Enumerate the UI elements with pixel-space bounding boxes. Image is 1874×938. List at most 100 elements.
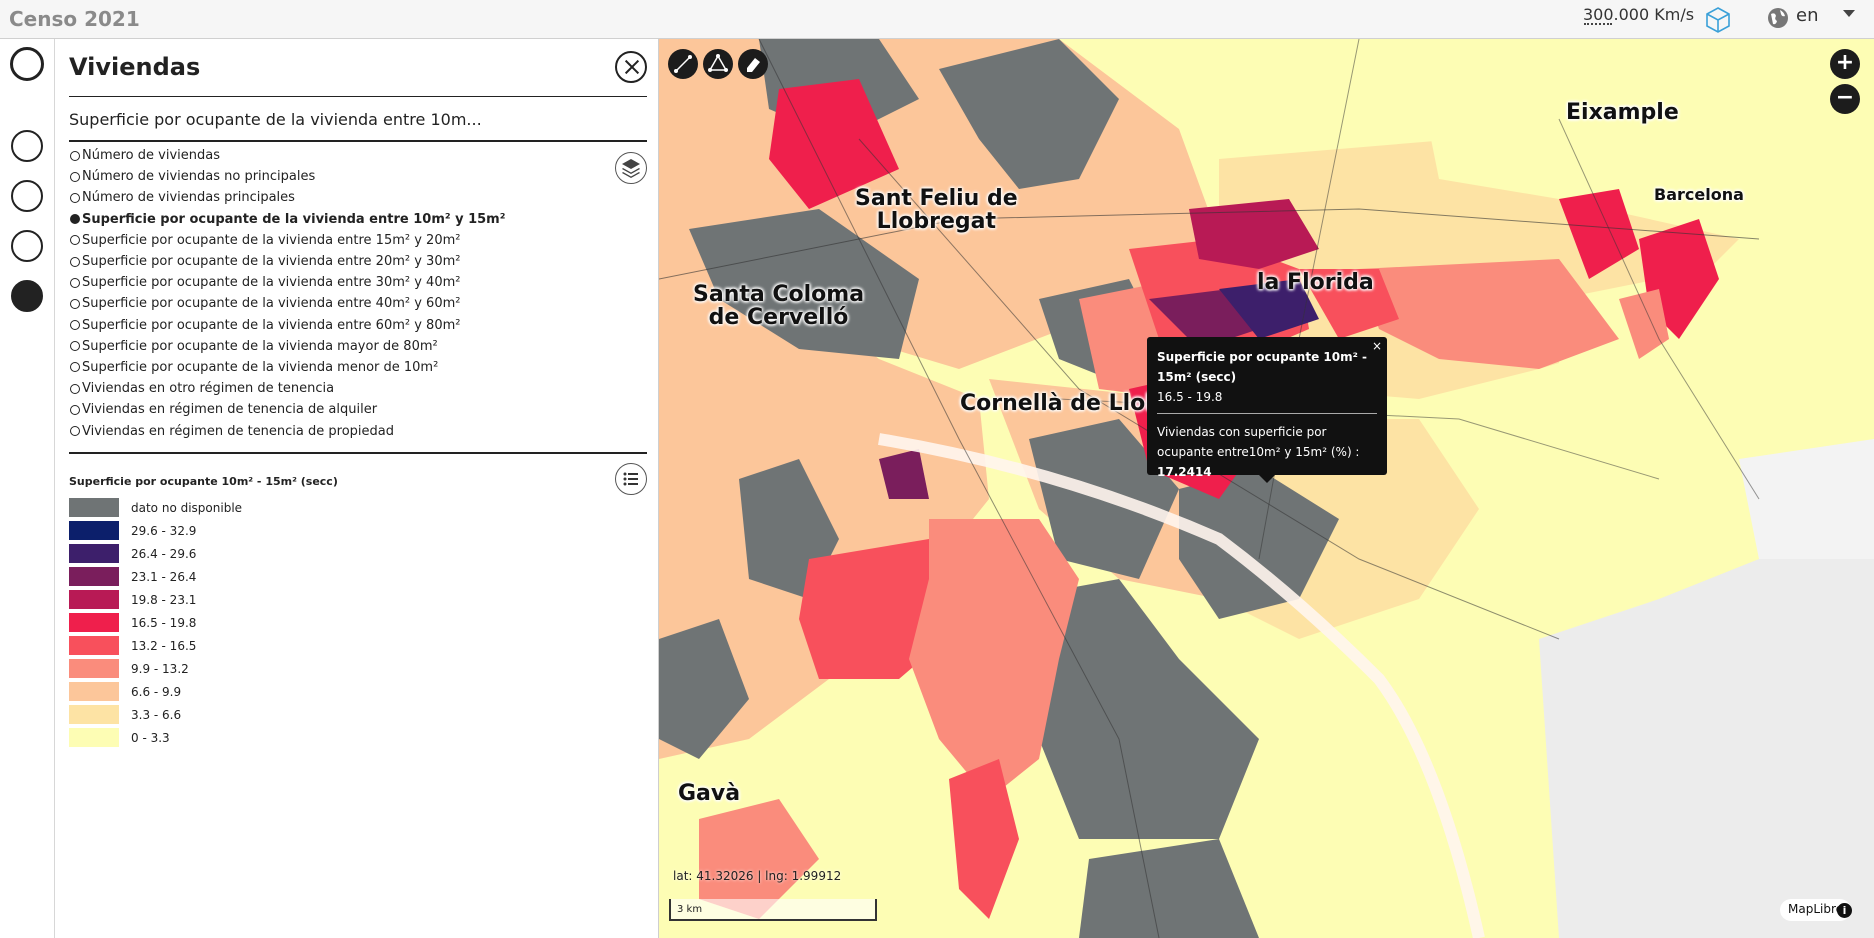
radio-icon[interactable] — [70, 171, 80, 182]
legend-label: 9.9 - 13.2 — [131, 661, 189, 676]
variable-option[interactable]: Número de viviendas principales — [70, 187, 590, 208]
radio-icon[interactable] — [70, 298, 80, 309]
legend-label: 13.2 - 16.5 — [131, 638, 197, 653]
legend-row: 3.3 - 6.6 — [69, 703, 242, 726]
variable-option[interactable]: Superficie por ocupante de la vivienda m… — [70, 336, 590, 357]
chevron-down-icon[interactable] — [1843, 10, 1855, 17]
legend-button[interactable] — [615, 463, 647, 495]
radio-icon[interactable] — [70, 256, 80, 267]
rail-section-1[interactable] — [11, 130, 43, 162]
variable-option-label: Viviendas en régimen de tenencia de alqu… — [82, 402, 378, 418]
variable-option-label: Número de viviendas principales — [82, 190, 295, 206]
legend-swatch — [69, 659, 119, 678]
radio-icon[interactable] — [70, 404, 80, 415]
variable-option-label: Viviendas en otro régimen de tenencia — [82, 381, 335, 397]
legend-swatch — [69, 544, 119, 563]
radio-icon[interactable] — [70, 426, 80, 437]
map[interactable]: + − Eixample Barcelona Sant Feliu de Llob… — [659, 39, 1874, 938]
radio-icon[interactable] — [70, 341, 80, 352]
zoom-out-button[interactable]: − — [1830, 84, 1860, 114]
close-icon[interactable]: × — [1372, 339, 1382, 353]
radio-icon[interactable] — [70, 235, 80, 246]
legend-swatch — [69, 705, 119, 724]
legend-swatch — [69, 728, 119, 747]
radio-icon[interactable] — [70, 383, 80, 394]
variable-option[interactable]: Viviendas en régimen de tenencia de prop… — [70, 420, 590, 441]
zoom-in-button[interactable]: + — [1830, 49, 1860, 79]
scale-bar: 3 km — [669, 899, 877, 921]
cursor-coordinates: lat: 41.32026 | lng: 1.99912 — [673, 869, 842, 883]
side-panel: Viviendas Superficie por ocupante de la … — [56, 39, 659, 938]
legend-label: 26.4 - 29.6 — [131, 546, 197, 561]
place-label-la-florida: la Florida — [1257, 270, 1374, 295]
globe-icon — [1768, 8, 1788, 28]
place-label-gava: Gavà — [678, 781, 741, 806]
variable-list: Número de viviendas Número de viviendas n… — [70, 145, 590, 442]
place-label-sant-feliu: Sant Feliu de Llobregat — [855, 186, 1018, 235]
info-icon[interactable]: i — [1837, 903, 1852, 918]
variable-option[interactable]: Superficie por ocupante de la vivienda e… — [70, 293, 590, 314]
panel-title: Viviendas — [69, 53, 201, 81]
legend-row: 16.5 - 19.8 — [69, 611, 242, 634]
radio-icon[interactable] — [70, 150, 80, 161]
legend-row: 23.1 - 26.4 — [69, 565, 242, 588]
feature-popup: × Superficie por ocupante 10m² - 15m² (s… — [1147, 337, 1387, 483]
app-title[interactable]: Censo 2021 — [9, 7, 140, 31]
layers-icon — [622, 159, 640, 178]
legend-label: dato no disponible — [131, 500, 243, 515]
close-button[interactable] — [615, 51, 647, 83]
radio-icon[interactable] — [70, 362, 80, 373]
rail-section-3[interactable] — [11, 230, 43, 262]
eraser-icon[interactable] — [738, 49, 768, 79]
radio-icon[interactable] — [70, 277, 80, 288]
divider — [69, 140, 647, 142]
radio-icon[interactable] — [70, 192, 80, 203]
legend-label: 16.5 - 19.8 — [131, 615, 197, 630]
variable-option[interactable]: Número de viviendas no principales — [70, 166, 590, 187]
variable-option[interactable]: Superficie por ocupante de la vivienda e… — [70, 209, 590, 230]
variable-option-label: Superficie por ocupante de la vivienda e… — [82, 232, 461, 248]
top-bar: Censo 2021 300.000 Km/s en — [0, 0, 1874, 39]
variable-option[interactable]: Superficie por ocupante de la vivienda e… — [70, 315, 590, 336]
variable-option[interactable]: Superficie por ocupante de la vivienda e… — [70, 230, 590, 251]
variable-option[interactable]: Número de viviendas — [70, 145, 590, 166]
variable-option[interactable]: Viviendas en otro régimen de tenencia — [70, 378, 590, 399]
choropleth-layer — [659, 39, 1874, 938]
language-select[interactable]: en — [1796, 5, 1818, 26]
popup-range: 16.5 - 19.8 — [1157, 390, 1223, 404]
variable-option[interactable]: Viviendas en régimen de tenencia de alqu… — [70, 399, 590, 420]
legend-swatch — [69, 590, 119, 609]
place-label-barcelona: Barcelona — [1654, 185, 1744, 204]
variable-option-label: Superficie por ocupante de la vivienda e… — [82, 275, 461, 291]
list-icon — [623, 472, 638, 486]
selected-variable[interactable]: Superficie por ocupante de la vivienda e… — [69, 110, 482, 129]
variable-option-label: Superficie por ocupante de la vivienda e… — [82, 254, 461, 270]
legend-title: Superficie por ocupante 10m² - 15m² (sec… — [69, 475, 338, 488]
popup-title: Superficie por ocupante 10m² - 15m² (sec… — [1157, 350, 1367, 384]
layers-button[interactable] — [615, 152, 647, 184]
line-measure-icon[interactable] — [668, 49, 698, 79]
variable-option[interactable]: Superficie por ocupante de la vivienda m… — [70, 357, 590, 378]
variable-option-label: Viviendas en régimen de tenencia de prop… — [82, 423, 394, 439]
rail-main-toggle[interactable] — [10, 47, 44, 81]
polygon-measure-icon[interactable] — [703, 49, 733, 79]
variable-option-label: Superficie por ocupante de la vivienda e… — [82, 317, 461, 333]
variable-option[interactable]: Superficie por ocupante de la vivienda e… — [70, 272, 590, 293]
place-label-eixample: Eixample — [1566, 100, 1679, 125]
rail-section-active[interactable] — [11, 280, 43, 312]
cube-icon[interactable] — [1704, 6, 1732, 34]
legend-swatch — [69, 567, 119, 586]
legend-row: 26.4 - 29.6 — [69, 542, 242, 565]
legend-label: 23.1 - 26.4 — [131, 569, 197, 584]
legend-row: 13.2 - 16.5 — [69, 634, 242, 657]
radio-icon[interactable] — [70, 214, 80, 225]
radio-icon[interactable] — [70, 320, 80, 331]
variable-option[interactable]: Superficie por ocupante de la vivienda e… — [70, 251, 590, 272]
legend-swatch — [69, 521, 119, 540]
legend-row: 9.9 - 13.2 — [69, 657, 242, 680]
rail-section-2[interactable] — [11, 180, 43, 212]
legend-row: dato no disponible — [69, 496, 242, 519]
divider — [69, 96, 647, 97]
legend-row: 19.8 - 23.1 — [69, 588, 242, 611]
variable-option-label: Superficie por ocupante de la vivienda e… — [82, 296, 461, 312]
